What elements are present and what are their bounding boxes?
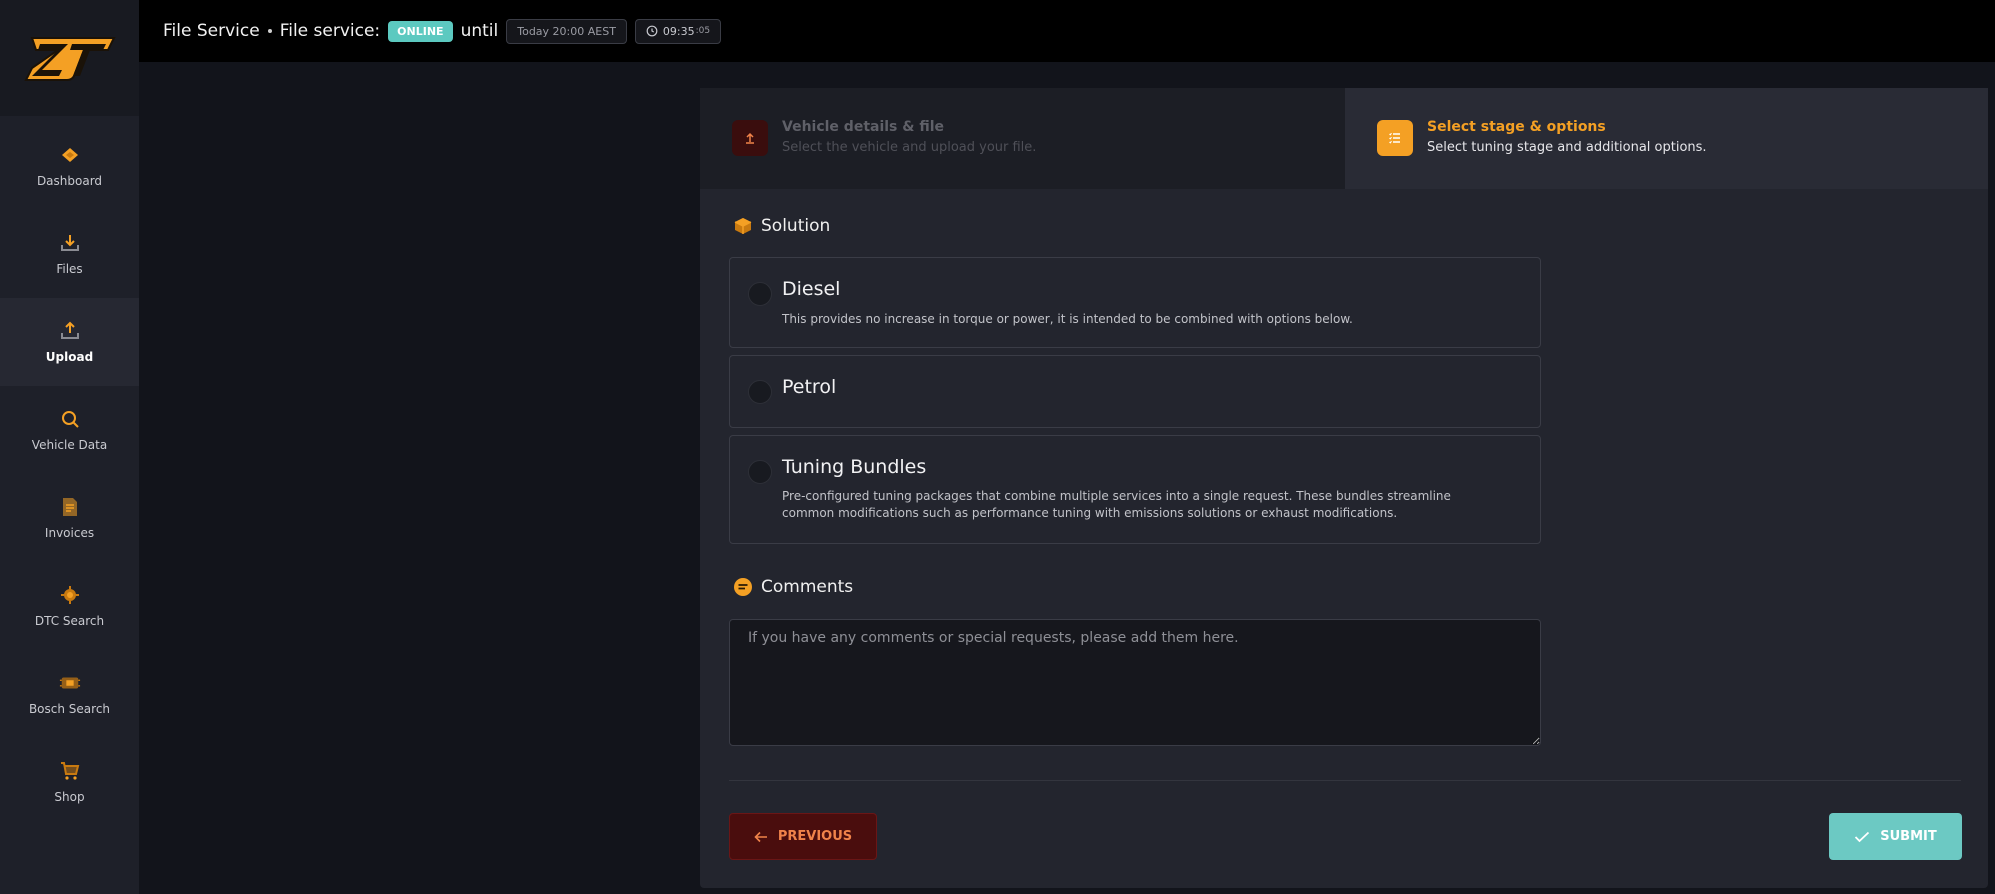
status-badge: ONLINE (388, 20, 453, 42)
box-icon (734, 218, 752, 234)
check-icon (1855, 831, 1870, 842)
logo[interactable] (0, 0, 139, 116)
sidebar-item-dtc-search[interactable]: DTC Search (0, 562, 139, 650)
sidebar-item-dashboard[interactable]: Dashboard (0, 122, 139, 210)
sidebar-item-upload[interactable]: Upload (0, 298, 139, 386)
solution-heading: Solution (733, 216, 830, 236)
top-bar: File Service File service: ONLINE until … (139, 0, 1995, 62)
sidebar-item-shop[interactable]: Shop (0, 738, 139, 826)
sidebar: Dashboard Files Upload Vehicle Data Invo… (0, 0, 139, 894)
comments-heading-text: Comments (761, 577, 854, 597)
option-title: Diesel (782, 278, 841, 300)
previous-button-label: PREVIOUS (777, 829, 853, 844)
option-petrol[interactable]: Petrol (729, 355, 1541, 428)
clock-seconds: :05 (695, 26, 711, 36)
sidebar-item-vehicle-data[interactable]: Vehicle Data (0, 386, 139, 474)
engine-icon (59, 584, 81, 606)
option-diesel[interactable]: Diesel This provides no increase in torq… (729, 257, 1541, 348)
separator-dot (267, 29, 272, 33)
step-title: Select stage & options (1427, 119, 1606, 135)
divider (729, 780, 1961, 781)
sidebar-item-label: Vehicle Data (31, 438, 108, 452)
sidebar-item-label: Dashboard (36, 174, 103, 188)
comment-icon (734, 578, 752, 596)
option-description: This provides no increase in torque or p… (782, 312, 1353, 326)
submit-button-label: SUBMIT (1880, 829, 1937, 844)
comments-textarea[interactable] (729, 619, 1541, 746)
until-time-chip: Today 20:00 AEST (506, 18, 627, 44)
diesel-radio[interactable] (748, 282, 772, 306)
submit-button[interactable]: SUBMIT (1829, 813, 1962, 860)
upload-icon (732, 120, 768, 156)
zt-logo-icon (23, 37, 116, 81)
sidebar-item-files[interactable]: Files (0, 210, 139, 298)
search-icon (59, 408, 81, 430)
sidebar-item-label: Bosch Search (28, 702, 111, 716)
step-subtitle: Select the vehicle and upload your file. (782, 140, 1037, 155)
upload-tray-icon (59, 320, 81, 342)
sidebar-item-label: Shop (54, 790, 85, 804)
until-label: until (460, 21, 499, 41)
diamond-icon (59, 144, 81, 166)
step-vehicle-details[interactable]: Vehicle details & file Select the vehicl… (700, 88, 1345, 189)
sidebar-item-invoices[interactable]: Invoices (0, 474, 139, 562)
option-title: Petrol (782, 376, 837, 398)
step-select-stage[interactable]: Select stage & options Select tuning sta… (1345, 88, 1988, 189)
upload-wizard-panel: Vehicle details & file Select the vehicl… (700, 88, 1988, 888)
chip-icon (59, 672, 81, 694)
step-title: Vehicle details & file (782, 119, 945, 135)
cart-icon (59, 760, 81, 782)
document-icon (59, 496, 81, 518)
option-title: Tuning Bundles (782, 456, 927, 478)
sidebar-item-label: Files (56, 262, 83, 276)
sidebar-item-label: Upload (45, 350, 94, 364)
tuning-bundles-radio[interactable] (748, 460, 772, 484)
solution-heading-text: Solution (761, 216, 831, 236)
clock-chip: 09:35:05 (634, 18, 722, 44)
option-tuning-bundles[interactable]: Tuning Bundles Pre-configured tuning pac… (729, 435, 1541, 544)
comments-heading: Comments (733, 577, 853, 597)
petrol-radio[interactable] (748, 380, 772, 404)
clock-time: 09:35 (662, 24, 695, 38)
list-icon (1377, 120, 1413, 156)
sidebar-item-label: DTC Search (34, 614, 105, 628)
download-tray-icon (59, 232, 81, 254)
step-subtitle: Select tuning stage and additional optio… (1427, 140, 1707, 155)
page-title: File Service (163, 21, 260, 41)
sidebar-item-label: Invoices (44, 526, 95, 540)
arrow-left-icon (754, 831, 767, 842)
option-description: Pre-configured tuning packages that comb… (782, 489, 1451, 520)
previous-button[interactable]: PREVIOUS (729, 813, 877, 860)
clock-icon (646, 25, 658, 37)
sidebar-item-bosch-search[interactable]: Bosch Search (0, 650, 139, 738)
service-label: File service: (279, 21, 381, 41)
